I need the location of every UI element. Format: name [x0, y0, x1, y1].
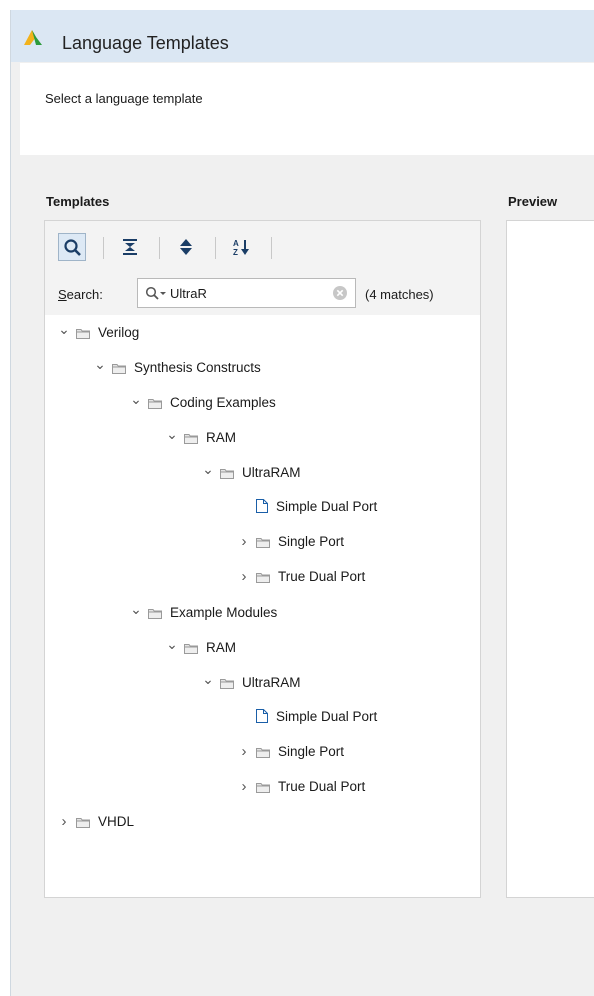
search-box[interactable] [137, 278, 356, 308]
title-bar[interactable]: Language Templates [11, 10, 594, 62]
chevron-down-icon[interactable]: ⌄ [130, 388, 142, 410]
match-count: (4 matches) [365, 287, 434, 302]
templates-panel: A Z Search: (4 matches) ⌄Verilog⌄Synt [44, 220, 481, 898]
preview-label: Preview [508, 194, 558, 209]
folder-icon [220, 464, 234, 486]
folder-icon [184, 639, 198, 661]
chevron-right-icon[interactable]: › [238, 741, 250, 763]
tree-item-label: Verilog [98, 325, 140, 340]
tree-item[interactable]: Simple Dual Port [238, 496, 377, 518]
search-filter-icon [145, 286, 166, 300]
tree-item[interactable]: › True Dual Port [238, 776, 366, 800]
tree-item-label: Single Port [278, 534, 345, 549]
sort-icon: A Z [233, 239, 249, 257]
tree-item[interactable]: ⌄ Example Modules [130, 601, 277, 623]
chevron-down-icon[interactable]: ⌄ [166, 633, 178, 655]
collapse-all-button[interactable] [116, 233, 144, 261]
tree-item-label: True Dual Port [278, 569, 366, 584]
folder-icon [76, 324, 90, 346]
tree-item[interactable]: › VHDL [58, 811, 135, 835]
sort-button[interactable]: A Z [228, 233, 256, 261]
search-row: Search: (4 matches) [45, 273, 480, 315]
toolbar-separator [215, 237, 216, 259]
vivado-logo-icon [24, 30, 42, 45]
tree-item[interactable]: Simple Dual Port [238, 706, 377, 728]
folder-icon [76, 813, 90, 835]
chevron-down-icon[interactable]: ⌄ [166, 423, 178, 445]
file-icon [256, 498, 268, 520]
search-label: Search: [58, 287, 103, 302]
tree-item[interactable]: › True Dual Port [238, 566, 366, 590]
expand-icon [180, 239, 192, 255]
file-icon [256, 708, 268, 730]
tree-item-label: UltraRAM [242, 675, 301, 690]
tree-item[interactable]: › Single Port [238, 741, 345, 765]
tree-item-label: VHDL [98, 814, 135, 829]
tree-item-label: Single Port [278, 744, 345, 759]
toolbar-separator [159, 237, 160, 259]
chevron-right-icon[interactable]: › [58, 811, 70, 833]
svg-text:A: A [233, 239, 239, 248]
templates-label: Templates [46, 194, 110, 209]
tree-item[interactable]: ⌄ Verilog [58, 321, 139, 343]
search-icon [64, 239, 81, 256]
tree-item-label: RAM [206, 640, 236, 655]
header-subtitle: Select a language template [45, 91, 203, 106]
folder-icon [256, 533, 270, 555]
tree-item-label: Coding Examples [170, 395, 276, 410]
collapse-all-icon [123, 239, 137, 255]
tree-item[interactable]: ⌄ RAM [166, 426, 236, 448]
clear-search-icon[interactable] [333, 286, 347, 300]
tree-item[interactable]: ⌄ UltraRAM [202, 458, 301, 486]
tree-item[interactable]: ⌄ Coding Examples [130, 391, 276, 413]
chevron-down-icon[interactable]: ⌄ [130, 598, 142, 620]
chevron-right-icon[interactable]: › [238, 776, 250, 798]
search-button[interactable] [58, 233, 86, 261]
folder-icon [256, 778, 270, 800]
search-input[interactable] [170, 284, 320, 302]
tree-item-label: True Dual Port [278, 779, 366, 794]
tree-item-label: Synthesis Constructs [134, 360, 261, 375]
chevron-down-icon[interactable]: ⌄ [202, 668, 214, 690]
tree-item-label: Simple Dual Port [276, 499, 378, 514]
folder-icon [184, 429, 198, 451]
tree-item-label: Example Modules [170, 605, 278, 620]
expand-button[interactable] [172, 233, 200, 261]
chevron-right-icon[interactable]: › [238, 531, 250, 553]
folder-icon [220, 674, 234, 696]
tree-item[interactable]: ⌄ Synthesis Constructs [94, 356, 261, 378]
folder-icon [256, 568, 270, 590]
chevron-down-icon[interactable]: ⌄ [58, 318, 70, 340]
svg-text:Z: Z [233, 248, 238, 257]
tree-item[interactable]: ⌄ UltraRAM [202, 668, 301, 696]
header-panel: Select a language template [20, 63, 594, 155]
chevron-right-icon[interactable]: › [238, 566, 250, 588]
toolbar-separator [271, 237, 272, 259]
tree-item-label: UltraRAM [242, 465, 301, 480]
preview-panel [506, 220, 594, 898]
chevron-down-icon[interactable]: ⌄ [94, 353, 106, 375]
folder-icon [148, 604, 162, 626]
folder-icon [256, 743, 270, 765]
tree-item[interactable]: › Single Port [238, 531, 345, 555]
toolbar-separator [103, 237, 104, 259]
tree-item[interactable]: ⌄ RAM [166, 636, 236, 658]
tree-item-label: Simple Dual Port [276, 709, 378, 724]
folder-icon [112, 359, 126, 381]
templates-toolbar: A Z [45, 221, 480, 274]
window-title: Language Templates [62, 33, 229, 53]
chevron-down-icon[interactable]: ⌄ [202, 458, 214, 480]
tree-item-label: RAM [206, 430, 236, 445]
folder-icon [148, 394, 162, 416]
